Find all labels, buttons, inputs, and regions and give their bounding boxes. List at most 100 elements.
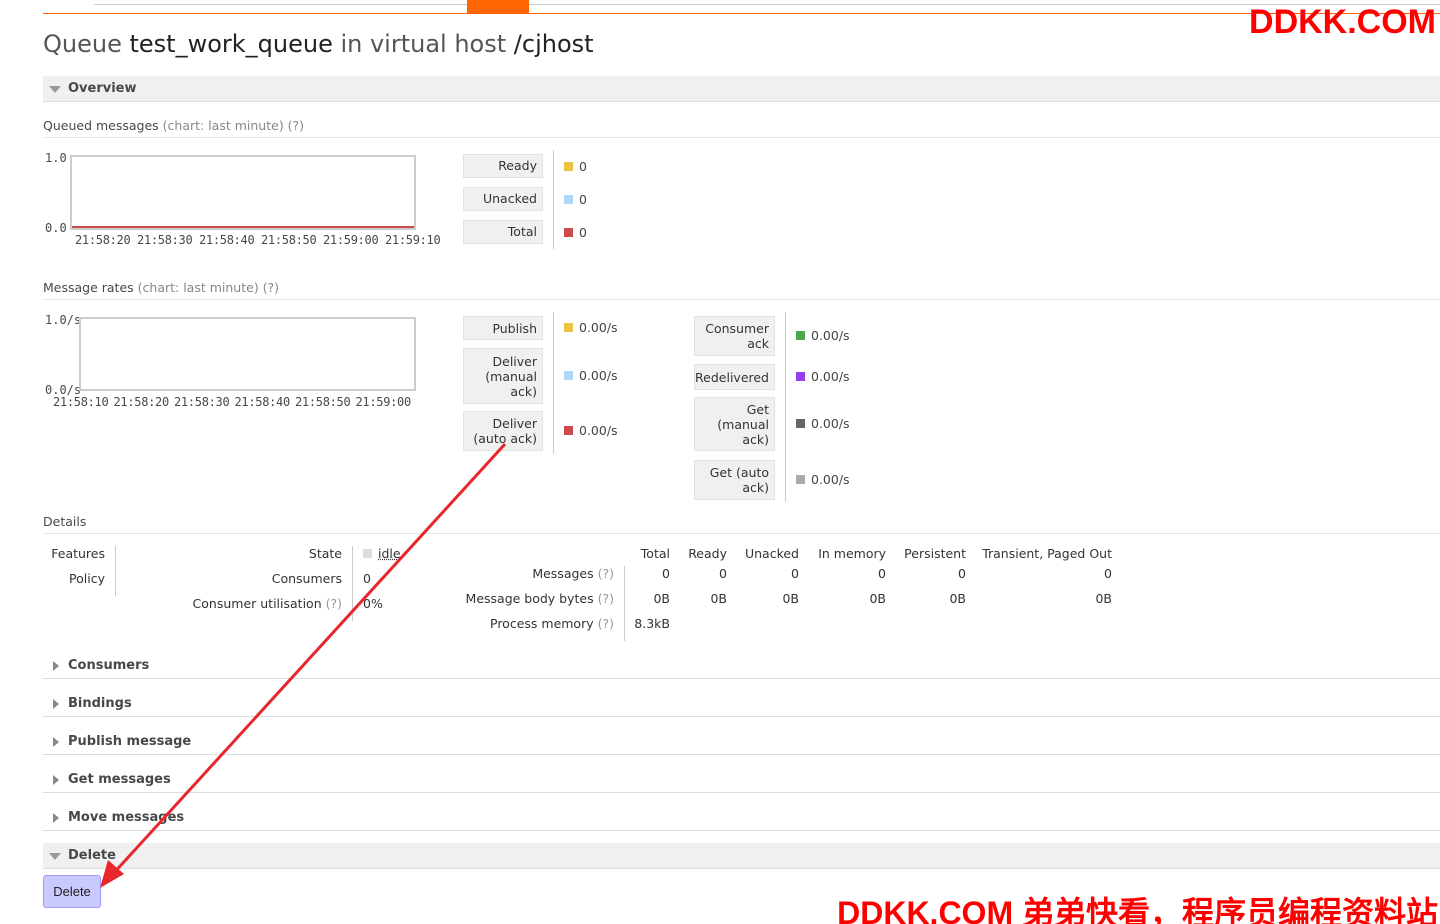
- state-indicator-icon: [363, 549, 372, 558]
- rate-right-value-0: 0.00/s: [796, 328, 850, 343]
- section-move-messages[interactable]: Move messages: [43, 805, 1440, 831]
- section-label: Get messages: [68, 772, 171, 787]
- rate-value-text: 0.00/s: [579, 423, 618, 438]
- rate-swatch: [796, 331, 805, 340]
- legend-value-total: 0: [564, 225, 587, 240]
- section-label: Bindings: [68, 696, 132, 711]
- rate-label-0: Publish: [463, 316, 543, 340]
- state-divider: [352, 546, 353, 621]
- queued-y-max: 1.0: [45, 151, 67, 165]
- rate-swatch: [564, 426, 573, 435]
- rate-swatch: [564, 323, 573, 332]
- section-label: Publish message: [68, 734, 192, 749]
- rate-value-0: 0.00/s: [564, 320, 618, 335]
- queued-messages-chart: [70, 155, 416, 230]
- queued-x-tick: 21:58:50: [261, 233, 317, 247]
- consumer-utilisation-label: Consumer utilisation (?): [192, 596, 342, 611]
- rate-label-text: Get (manual ack): [717, 401, 769, 447]
- legend-swatch: [564, 195, 573, 204]
- rate-right-value-2: 0.00/s: [796, 416, 850, 431]
- rates-x-tick: 21:58:30: [174, 395, 230, 409]
- consumers-label: Consumers: [271, 571, 342, 586]
- top-nav-edge: [94, 0, 1440, 5]
- rates-x-tick: 21:59:00: [355, 395, 412, 409]
- rate-value-text: 0.00/s: [579, 320, 618, 335]
- rates-x-tick: 21:58:10: [53, 395, 109, 409]
- rate-label-2: Deliver (auto ack): [463, 411, 543, 451]
- legend-value-ready: 0: [564, 159, 587, 174]
- legend-value-text: 0: [579, 192, 587, 207]
- expand-icon: [53, 699, 59, 709]
- details-heading: Details: [43, 514, 1440, 534]
- column-header: Transient, Paged Out: [982, 546, 1112, 561]
- message-rates-heading: Message rates (chart: last minute) (?): [43, 280, 1440, 300]
- section-label: Consumers: [68, 658, 150, 673]
- expand-icon: [53, 737, 59, 747]
- legend-value-text: 0: [579, 225, 587, 240]
- rates-y-max: 1.0/s: [45, 313, 82, 327]
- section-consumers[interactable]: Consumers: [43, 653, 1440, 679]
- rates-x-tick: 21:58:40: [234, 395, 291, 409]
- rate-swatch: [564, 371, 573, 380]
- rate-swatch: [796, 419, 805, 428]
- expand-icon: [53, 775, 59, 785]
- rate-swatch: [796, 475, 805, 484]
- overview-label: Overview: [68, 81, 137, 96]
- rate-label-text: Deliver (manual ack): [485, 353, 537, 399]
- rate-label-text: Redelivered: [695, 369, 769, 385]
- queued-x-tick: 21:58:40: [199, 233, 255, 247]
- rate-right-label-2: Get (manual ack): [694, 397, 775, 451]
- total-series-line: [72, 226, 414, 228]
- rate-label-1: Deliver (manual ack): [463, 348, 543, 404]
- rate-value-text: 0.00/s: [811, 416, 850, 431]
- overview-section-header[interactable]: Overview: [43, 76, 1440, 102]
- queue-name: test_work_queue: [129, 30, 333, 58]
- legend-value-text: 0: [579, 159, 587, 174]
- active-tab-queues[interactable]: [467, 0, 529, 13]
- queued-x-tick: 21:58:20: [75, 233, 131, 247]
- watermark-bottom: DDKK.COM 弟弟快看，程序员编程资料站: [837, 895, 1438, 924]
- table-cell: 0: [958, 566, 966, 581]
- table-cell: 0B: [949, 591, 966, 606]
- state-value: idle: [363, 546, 401, 561]
- rate-value-text: 0.00/s: [579, 368, 618, 383]
- queued-y-min: 0.0: [45, 221, 67, 235]
- section-get-messages[interactable]: Get messages: [43, 767, 1440, 793]
- collapse-icon: [49, 86, 61, 93]
- legend-swatch: [564, 228, 573, 237]
- column-header: Persistent: [904, 546, 966, 561]
- consumer-utilisation-value: 0%: [363, 596, 383, 611]
- queued-x-tick: 21:58:30: [137, 233, 193, 247]
- rate-value-text: 0.00/s: [811, 328, 850, 343]
- delete-queue-button[interactable]: Delete: [43, 875, 101, 908]
- rates-divider-right: [785, 312, 786, 502]
- policy-label: Policy: [69, 571, 105, 586]
- features-label: Features: [51, 546, 105, 561]
- features-divider: [115, 546, 116, 596]
- legend-label-total: Total: [463, 220, 543, 244]
- rate-value-2: 0.00/s: [564, 423, 618, 438]
- legend-value-unacked: 0: [564, 192, 587, 207]
- rate-label-text: Deliver (auto ack): [473, 416, 537, 446]
- legend-label-unacked: Unacked: [463, 187, 543, 211]
- rate-label-text: Consumer ack: [705, 321, 769, 351]
- watermark-top: DDKK.COM: [1249, 3, 1436, 41]
- rates-divider-left: [553, 312, 554, 454]
- rate-right-label-1: Redelivered: [694, 364, 775, 390]
- section-publish-message[interactable]: Publish message: [43, 729, 1440, 755]
- section-bindings[interactable]: Bindings: [43, 691, 1440, 717]
- details-table-divider: [624, 566, 625, 641]
- rate-value-1: 0.00/s: [564, 368, 618, 383]
- legend-label-ready: Ready: [463, 154, 543, 178]
- rate-label-text: Get (auto ack): [709, 465, 769, 495]
- delete-section-header[interactable]: Delete: [43, 843, 1440, 869]
- queued-x-tick: 21:59:00: [323, 233, 379, 247]
- rate-right-label-0: Consumer ack: [694, 316, 775, 356]
- legend-divider: [553, 150, 554, 249]
- vhost-name: /cjhost: [513, 30, 594, 58]
- consumers-value: 0: [363, 571, 371, 586]
- delete-section-label: Delete: [68, 848, 116, 863]
- collapse-icon: [49, 853, 61, 860]
- page-title: Queue test_work_queue in virtual host /c…: [43, 30, 594, 58]
- state-label: State: [308, 546, 342, 561]
